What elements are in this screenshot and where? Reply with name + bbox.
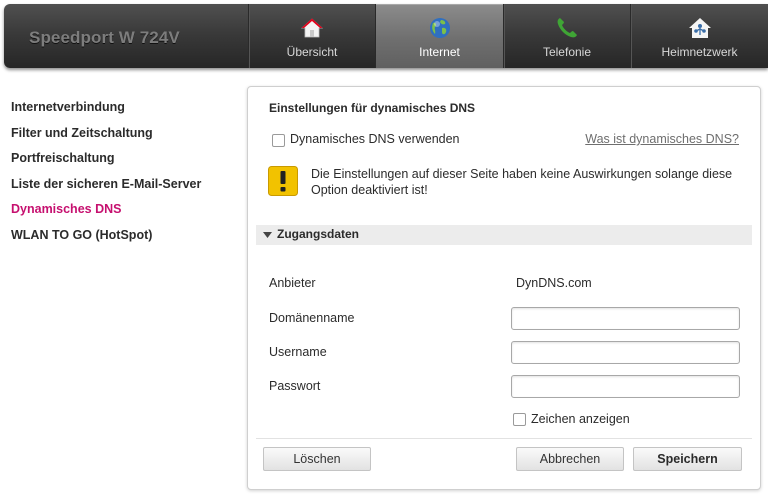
save-button[interactable]: Speichern xyxy=(633,447,742,471)
provider-label: Anbieter xyxy=(269,276,316,290)
sidebar-item-filter-und-zeitschaltung[interactable]: Filter und Zeitschaltung xyxy=(11,125,241,151)
triangle-down-icon xyxy=(263,232,272,238)
tab-uebersicht[interactable]: Übersicht xyxy=(248,4,375,68)
show-characters-label[interactable]: Zeichen anzeigen xyxy=(531,412,630,426)
sidebar-item-internetverbindung[interactable]: Internetverbindung xyxy=(11,99,241,125)
sidebar-item-portfreischaltung[interactable]: Portfreischaltung xyxy=(11,150,241,176)
home-icon xyxy=(300,18,324,38)
tab-telefonie[interactable]: Telefonie xyxy=(503,4,630,68)
divider xyxy=(256,438,752,439)
tab-label: Internet xyxy=(419,45,460,59)
username-input[interactable] xyxy=(511,341,740,364)
section-title: Zugangsdaten xyxy=(277,227,360,241)
sidebar-menu: Internetverbindung Filter und Zeitschalt… xyxy=(11,99,241,252)
sidebar-item-wlan-to-go[interactable]: WLAN TO GO (HotSpot) xyxy=(11,227,241,253)
tab-internet[interactable]: Internet xyxy=(375,4,503,68)
brand-name: Speedport W 724V xyxy=(29,28,180,47)
top-navigation-bar: Speedport W 724V Übersicht Internet Tele… xyxy=(4,4,768,68)
domain-name-label: Domänenname xyxy=(269,311,355,325)
phone-icon xyxy=(557,18,577,38)
domain-name-input[interactable] xyxy=(511,307,740,330)
password-input[interactable] xyxy=(511,375,740,398)
cancel-button[interactable]: Abbrechen xyxy=(516,447,624,471)
warning-message: Die Einstellungen auf dieser Seite haben… xyxy=(311,167,733,197)
warning-icon xyxy=(268,166,298,196)
section-header-zugangsdaten[interactable]: Zugangsdaten xyxy=(256,225,752,245)
tab-heimnetzwerk[interactable]: Heimnetzwerk xyxy=(630,4,768,68)
username-label: Username xyxy=(269,345,327,359)
tab-label: Heimnetzwerk xyxy=(661,45,738,59)
globe-icon xyxy=(429,18,450,38)
tab-label: Telefonie xyxy=(542,45,592,59)
delete-button[interactable]: Löschen xyxy=(263,447,371,471)
sidebar-item-dynamisches-dns[interactable]: Dynamisches DNS xyxy=(11,201,241,227)
show-characters-checkbox[interactable] xyxy=(513,413,526,426)
what-is-dynamic-dns-link[interactable]: Was ist dynamisches DNS? xyxy=(585,132,739,146)
sidebar-item-sichere-email-server[interactable]: Liste der sicheren E-Mail-Server xyxy=(11,176,241,202)
enable-dynamic-dns-checkbox[interactable] xyxy=(272,134,285,147)
tab-label: Übersicht xyxy=(286,45,338,59)
home-network-icon xyxy=(688,18,711,38)
password-label: Passwort xyxy=(269,379,321,393)
provider-value: DynDNS.com xyxy=(516,276,592,290)
dynamic-dns-panel: Einstellungen für dynamisches DNS Dynami… xyxy=(247,86,761,490)
enable-dynamic-dns-label[interactable]: Dynamisches DNS verwenden xyxy=(290,132,460,146)
panel-title: Einstellungen für dynamisches DNS xyxy=(269,101,476,115)
